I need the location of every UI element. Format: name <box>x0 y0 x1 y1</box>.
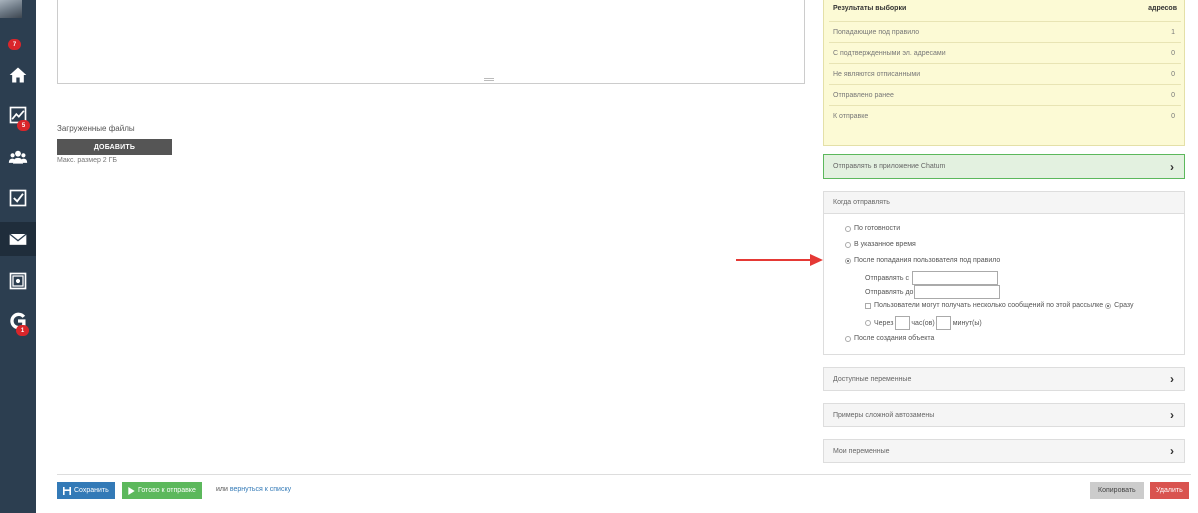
editor-resize-handle[interactable] <box>484 78 494 81</box>
panel-autoreplace-examples-label: Примеры сложной автозамены <box>833 411 935 419</box>
panel-autoreplace-examples[interactable]: Примеры сложной автозамены › <box>823 403 1185 427</box>
results-row: Не являются отписанными 0 <box>829 63 1181 84</box>
results-row-label: К отправке <box>833 112 869 120</box>
save-button[interactable]: Сохранить <box>57 482 115 499</box>
annotation-arrow-icon <box>736 254 823 266</box>
results-row-label: Попадающие под правило <box>833 28 920 36</box>
multiple-messages-checkbox[interactable] <box>865 302 871 309</box>
radio-after-create[interactable] <box>845 335 851 342</box>
chatum-panel[interactable]: Отправлять в приложение Chatum › <box>823 154 1185 179</box>
when-to-send-panel: Когда отправлять По готовности В указанн… <box>823 191 1185 355</box>
tasks-icon[interactable] <box>7 187 29 209</box>
ready-button-label: Готово к отправке <box>138 487 196 494</box>
results-row-value: 0 <box>1171 112 1175 120</box>
message-editor[interactable] <box>57 0 805 84</box>
radio-ready[interactable] <box>845 225 851 232</box>
send-from-input[interactable] <box>911 271 998 285</box>
chatum-panel-label: Отправлять в приложение Chatum <box>833 163 946 170</box>
panel-available-variables[interactable]: Доступные переменные › <box>823 367 1185 391</box>
stats-badge: 5 <box>17 120 30 131</box>
home-icon[interactable] <box>7 64 29 86</box>
play-icon <box>128 486 135 495</box>
results-row-value: 0 <box>1171 91 1175 99</box>
results-row-label: Отправлено ранее <box>833 91 894 99</box>
users-icon[interactable] <box>7 146 29 168</box>
option-at-time[interactable]: В указанное время <box>845 241 916 248</box>
send-to-row: Отправлять до <box>865 285 1001 299</box>
safe-icon[interactable] <box>7 270 29 292</box>
option-after-rule-label: После попадания пользователя под правило <box>854 257 1001 264</box>
results-row: С подтвержденными эл. адресами 0 <box>829 42 1181 63</box>
results-row-label: С подтвержденными эл. адресами <box>833 49 946 57</box>
minutes-label: минут(ы) <box>952 319 982 327</box>
radio-after-rule[interactable] <box>845 257 851 264</box>
results-row: Отправлено ранее 0 <box>829 84 1181 105</box>
hours-input[interactable] <box>895 316 911 330</box>
avatar[interactable] <box>0 0 22 18</box>
panel-my-variables[interactable]: Мои переменные › <box>823 439 1185 463</box>
radio-at-time[interactable] <box>845 241 851 248</box>
chevron-right-icon: › <box>1170 372 1174 386</box>
results-row-label: Не являются отписанными <box>833 70 921 78</box>
hours-label: час(ов) <box>911 319 935 327</box>
radio-immediately[interactable] <box>1105 302 1112 309</box>
delay-row: Через час(ов) минут(ы) <box>865 316 982 330</box>
multiple-messages-row: Пользователи могут получать несколько со… <box>865 302 1134 309</box>
radio-delay[interactable] <box>865 320 871 326</box>
panel-my-variables-label: Мои переменные <box>833 447 890 455</box>
results-row-value: 1 <box>1171 28 1175 36</box>
option-at-time-label: В указанное время <box>854 241 916 248</box>
chat-badge: 1 <box>16 325 29 336</box>
option-ready[interactable]: По готовности <box>845 225 900 232</box>
chevron-right-icon: › <box>1170 408 1174 422</box>
immediately-label: Сразу <box>1114 302 1134 309</box>
option-ready-label: По готовности <box>854 225 901 232</box>
notifications-badge[interactable]: 7 <box>8 39 21 50</box>
option-after-create[interactable]: После создания объекта <box>845 335 934 342</box>
back-link-row: или вернуться к списку <box>216 486 291 493</box>
results-row: К отправке 0 <box>829 105 1181 126</box>
results-row: Попадающие под правило 1 <box>829 21 1181 42</box>
option-after-create-label: После создания объекта <box>854 335 935 342</box>
ready-to-send-button[interactable]: Готово к отправке <box>122 482 202 499</box>
or-label: или <box>216 486 228 493</box>
copy-button[interactable]: Копировать <box>1090 482 1144 499</box>
footer-divider <box>57 474 1191 475</box>
chevron-right-icon: › <box>1170 444 1174 458</box>
results-header: Результаты выборки адресов <box>833 5 1177 12</box>
when-to-send-title: Когда отправлять <box>824 192 1184 214</box>
floppy-icon <box>63 486 71 495</box>
send-from-row: Отправлять с <box>865 271 998 285</box>
multiple-messages-label: Пользователи могут получать несколько со… <box>874 302 1104 309</box>
panel-available-variables-label: Доступные переменные <box>833 375 912 383</box>
delete-button[interactable]: Удалить <box>1150 482 1189 499</box>
sidebar: 7 5 1 <box>0 0 36 513</box>
results-row-value: 0 <box>1171 49 1175 57</box>
results-title: Результаты выборки <box>833 5 907 12</box>
uploaded-files-label: Загруженные файлы <box>57 124 135 133</box>
back-to-list-link[interactable]: вернуться к списку <box>230 486 291 493</box>
chevron-right-icon: › <box>1170 159 1174 174</box>
mail-icon[interactable] <box>7 228 29 250</box>
send-from-label: Отправлять с <box>865 274 909 282</box>
add-file-button[interactable]: ДОБАВИТЬ <box>57 139 172 155</box>
max-size-hint: Макс. размер 2 ГБ <box>57 157 118 164</box>
results-unit: адресов <box>1148 5 1177 12</box>
send-to-input[interactable] <box>914 285 1001 299</box>
save-button-label: Сохранить <box>74 487 109 494</box>
minutes-input[interactable] <box>935 316 951 330</box>
selection-results: Результаты выборки адресов Попадающие по… <box>823 0 1185 146</box>
results-row-value: 0 <box>1171 70 1175 78</box>
delay-label: Через <box>874 319 894 327</box>
option-after-rule[interactable]: После попадания пользователя под правило <box>845 257 1000 264</box>
send-to-label: Отправлять до <box>865 288 914 296</box>
